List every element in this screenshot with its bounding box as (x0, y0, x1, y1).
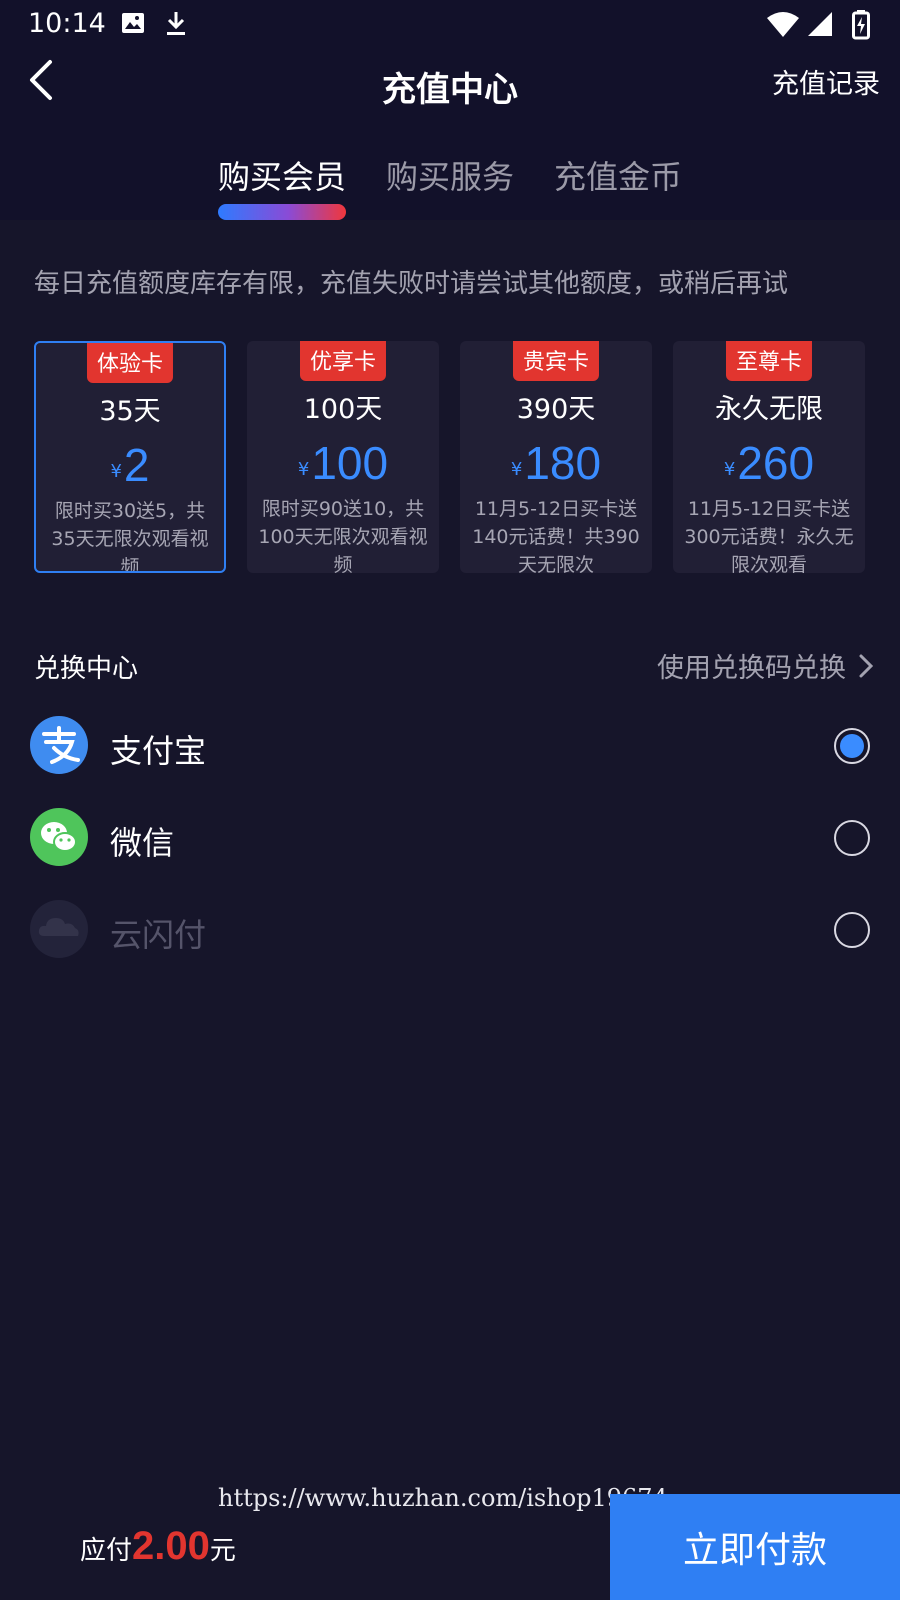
plan-price: ¥2 (36, 438, 224, 492)
plan-card-trial[interactable]: 体验卡 35天 ¥2 限时买30送5，共35天无限次观看视频 (34, 341, 226, 573)
image-icon (120, 10, 146, 40)
payment-label: 支付宝 (110, 732, 207, 770)
tab-buy-service[interactable]: 购买服务 (386, 152, 514, 198)
stock-notice: 每日充值额度库存有限，充值失败时请尝试其他额度，或稍后再试 (34, 269, 789, 299)
plan-badge: 贵宾卡 (512, 341, 600, 381)
tab-buy-membership[interactable]: 购买会员 (218, 152, 346, 198)
download-icon (164, 10, 188, 42)
plan-card-supreme[interactable]: 至尊卡 永久无限 ¥260 11月5-12日买卡送300元话费！永久无限次观看 (673, 341, 865, 573)
battery-charging-icon (852, 10, 870, 44)
plan-description: 11月5-12日买卡送300元话费！永久无限次观看 (684, 498, 854, 573)
wifi-icon (766, 10, 800, 42)
due-suffix: 元 (209, 1536, 236, 1566)
signal-icon (806, 10, 834, 42)
currency-symbol: ¥ (110, 461, 122, 482)
currency-symbol: ¥ (297, 459, 310, 480)
watermark-url: https://www.huzhan.com/ishop19674 (218, 1484, 668, 1512)
page-title: 充值中心 (382, 70, 518, 110)
redeem-code-label: 使用兑换码兑换 (657, 653, 846, 684)
plan-price-amount: 100 (311, 437, 389, 489)
payment-option-alipay[interactable]: 支付宝 (0, 710, 900, 780)
plan-description: 限时买30送5，共35天无限次观看视频 (51, 500, 209, 573)
plan-duration: 390天 (516, 394, 596, 425)
plan-badge: 至尊卡 (725, 341, 813, 381)
wechat-icon (30, 808, 88, 866)
due-amount: 2.00 (132, 1524, 210, 1568)
payment-option-wechat[interactable]: 微信 (0, 802, 900, 872)
tab-recharge-coins[interactable]: 充值金币 (554, 152, 682, 198)
plan-price-amount: 260 (737, 437, 815, 489)
plan-description: 限时买90送10，共100天无限次观看视频 (258, 498, 428, 573)
plan-badge: 优享卡 (299, 341, 387, 381)
recharge-records-link[interactable]: 充值记录 (772, 62, 880, 101)
plan-duration: 永久无限 (715, 394, 823, 425)
status-time: 10:14 (28, 8, 106, 39)
alipay-icon (30, 716, 88, 774)
payment-label: 云闪付 (110, 916, 207, 954)
plan-duration: 100天 (303, 394, 383, 425)
status-bar: 10:14 (0, 0, 900, 50)
plan-price: ¥260 (673, 436, 865, 490)
unionpay-radio[interactable] (834, 912, 870, 948)
amount-due: 应付2.00元 (80, 1524, 236, 1569)
plan-price: ¥100 (247, 436, 439, 490)
due-prefix: 应付 (80, 1536, 133, 1566)
plan-badge: 体验卡 (86, 343, 174, 383)
redeem-code-link[interactable]: 使用兑换码兑换 (657, 646, 874, 685)
plan-card-vip[interactable]: 贵宾卡 390天 ¥180 11月5-12日买卡送140元话费！共390天无限次 (460, 341, 652, 573)
wechat-radio[interactable] (834, 820, 870, 856)
redeem-center-title: 兑换中心 (34, 654, 139, 684)
plan-card-premium[interactable]: 优享卡 100天 ¥100 限时买90送10，共100天无限次观看视频 (247, 341, 439, 573)
plan-price-amount: 180 (524, 437, 602, 489)
payment-option-unionpay[interactable]: 云闪付 (0, 894, 900, 964)
active-tab-indicator (218, 204, 346, 220)
plan-duration: 35天 (99, 396, 161, 427)
payment-label: 微信 (110, 824, 175, 862)
alipay-radio[interactable] (834, 728, 870, 764)
plan-price-amount: 2 (123, 439, 150, 491)
pay-now-button[interactable]: 立即付款 (610, 1494, 900, 1600)
unionpay-cloud-icon (30, 900, 88, 958)
plan-description: 11月5-12日买卡送140元话费！共390天无限次 (472, 498, 640, 573)
plan-price: ¥180 (460, 436, 652, 490)
currency-symbol: ¥ (723, 459, 736, 480)
chevron-right-icon (859, 654, 874, 677)
currency-symbol: ¥ (510, 459, 523, 480)
